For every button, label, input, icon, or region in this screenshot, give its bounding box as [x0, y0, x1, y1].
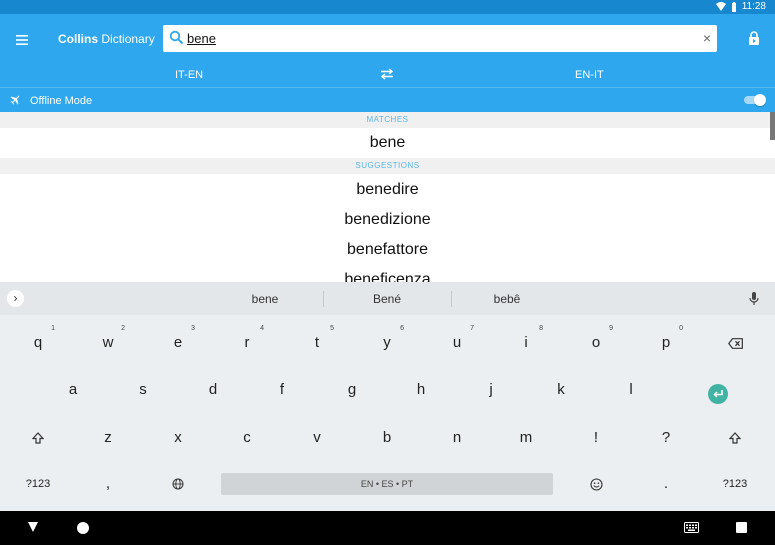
key-period[interactable]: .	[636, 464, 696, 504]
on-screen-keyboard: › bene Bené bebê q1 w2 e3 r4 t5 y6 u7 i8…	[0, 282, 775, 511]
offline-mode-row: Offline Mode	[0, 87, 775, 112]
suggestion-item[interactable]: benefattore	[0, 235, 775, 265]
language-switcher: IT-EN EN-IT	[0, 66, 775, 86]
enter-key[interactable]	[688, 374, 748, 414]
microphone-icon[interactable]	[749, 292, 759, 305]
premium-lock-button[interactable]	[748, 31, 764, 47]
app-title: Collins Dictionary	[58, 32, 155, 46]
suggestion-item[interactable]: beneficenza	[0, 265, 775, 282]
shift-key-left[interactable]	[8, 418, 68, 458]
key-comma[interactable]: ,	[78, 464, 138, 504]
symbols-key-right[interactable]: ?123	[705, 464, 765, 504]
key-k[interactable]: k	[531, 370, 591, 410]
tab-en-it[interactable]: EN-IT	[575, 69, 604, 81]
status-bar: 11:28	[0, 0, 775, 14]
key-j[interactable]: j	[461, 370, 521, 410]
enter-icon	[713, 390, 723, 398]
key-u[interactable]: u7	[427, 323, 487, 363]
key-l[interactable]: l	[601, 370, 661, 410]
key-z[interactable]: z	[78, 418, 138, 458]
key-i[interactable]: i8	[496, 323, 556, 363]
back-icon[interactable]	[27, 521, 39, 533]
keyboard-switch-icon[interactable]	[684, 522, 699, 533]
key-h[interactable]: h	[391, 370, 451, 410]
key-x[interactable]: x	[148, 418, 208, 458]
suggestion-item[interactable]: benedizione	[0, 205, 775, 235]
key-a[interactable]: a	[43, 370, 103, 410]
brand-subtitle: Dictionary	[101, 32, 155, 46]
key-f[interactable]: f	[252, 370, 312, 410]
symbols-key-left[interactable]: ?123	[8, 464, 68, 504]
wifi-icon	[715, 2, 726, 11]
backspace-key[interactable]	[705, 323, 765, 363]
offline-mode-label: Offline Mode	[30, 95, 93, 107]
suggestions-list: benedire benedizione benefattore benefic…	[0, 174, 775, 282]
key-y[interactable]: y6	[357, 323, 417, 363]
tab-it-en[interactable]: IT-EN	[175, 69, 203, 81]
suggestion-item[interactable]: benedire	[0, 175, 775, 205]
toggle-thumb	[754, 94, 766, 106]
system-navigation-bar	[0, 511, 775, 545]
hamburger-icon	[16, 35, 28, 45]
shift-key-right[interactable]	[705, 418, 765, 458]
key-e[interactable]: e3	[148, 323, 208, 363]
suggestion-divider	[323, 291, 324, 307]
key-c[interactable]: c	[217, 418, 277, 458]
clear-search-button[interactable]: ×	[703, 30, 711, 46]
offline-mode-toggle[interactable]	[744, 94, 766, 106]
search-icon	[169, 30, 184, 45]
space-bar[interactable]: EN • ES • PT	[221, 473, 553, 495]
shift-icon	[728, 432, 742, 444]
key-r[interactable]: r4	[217, 323, 277, 363]
key-s[interactable]: s	[113, 370, 173, 410]
swap-icon	[380, 68, 394, 80]
key-n[interactable]: n	[427, 418, 487, 458]
airplane-icon	[10, 95, 20, 105]
brand-name: Collins	[58, 32, 99, 46]
key-question[interactable]: ?	[636, 418, 696, 458]
enter-key-background	[708, 384, 728, 404]
app-bar: Collins Dictionary × IT-EN EN-IT Offline…	[0, 14, 775, 112]
backspace-icon	[727, 337, 743, 349]
key-g[interactable]: g	[322, 370, 382, 410]
search-box: ×	[163, 25, 717, 52]
lock-icon	[749, 31, 759, 45]
key-m[interactable]: m	[496, 418, 556, 458]
matches-header: MATCHES	[0, 112, 775, 128]
keyboard-suggestion-bar: › bene Bené bebê	[0, 282, 775, 315]
key-p[interactable]: p0	[636, 323, 696, 363]
recents-icon[interactable]	[736, 522, 747, 533]
language-key[interactable]	[148, 464, 208, 504]
keyboard-suggestion[interactable]: bebê	[447, 292, 567, 306]
key-exclamation[interactable]: !	[566, 418, 626, 458]
key-w[interactable]: w2	[78, 323, 138, 363]
globe-icon	[172, 478, 184, 490]
key-b[interactable]: b	[357, 418, 417, 458]
scrollbar[interactable]	[770, 112, 775, 140]
clock: 11:28	[741, 1, 766, 12]
search-input[interactable]	[187, 29, 687, 48]
results-panel: MATCHES bene SUGGESTIONS benedire benedi…	[0, 112, 775, 282]
menu-button[interactable]	[10, 30, 34, 50]
expand-toolbar-button[interactable]: ›	[7, 290, 24, 307]
home-icon[interactable]	[77, 522, 89, 534]
swap-languages-button[interactable]	[380, 68, 394, 83]
status-icons: 11:28	[715, 1, 766, 12]
smiley-icon	[589, 477, 603, 491]
battery-icon	[731, 1, 736, 12]
shift-icon	[31, 432, 45, 444]
emoji-key[interactable]	[566, 464, 626, 504]
match-item[interactable]: bene	[0, 128, 775, 158]
keyboard-suggestion[interactable]: bene	[205, 292, 325, 306]
key-d[interactable]: d	[183, 370, 243, 410]
keyboard-suggestion[interactable]: Bené	[327, 292, 447, 306]
suggestions-header: SUGGESTIONS	[0, 158, 775, 174]
key-v[interactable]: v	[287, 418, 347, 458]
key-t[interactable]: t5	[287, 323, 347, 363]
key-o[interactable]: o9	[566, 323, 626, 363]
key-q[interactable]: q1	[8, 323, 68, 363]
